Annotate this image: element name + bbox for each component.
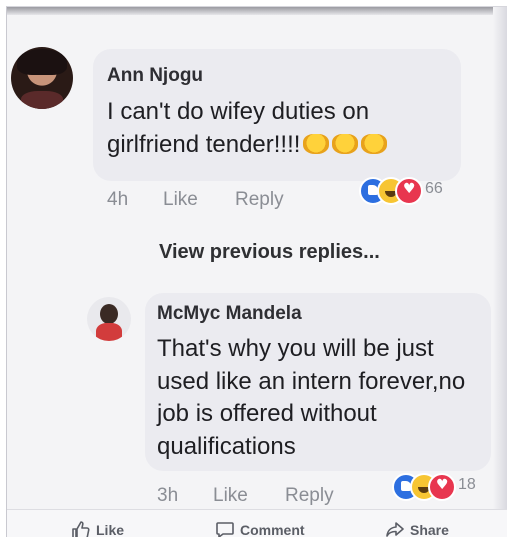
fist-emoji-icon [303, 134, 330, 154]
share-button[interactable]: Share [385, 520, 449, 537]
avatar-head [100, 304, 118, 324]
avatar-clothing [96, 323, 122, 341]
top-edge [7, 7, 507, 15]
view-previous-replies-link[interactable]: View previous replies... [159, 241, 380, 264]
comment-author[interactable]: Ann Njogu [107, 65, 203, 87]
right-edge-shadow [493, 7, 507, 537]
like-link[interactable]: Like [213, 485, 248, 507]
avatar[interactable] [87, 297, 131, 341]
comment-button[interactable]: Comment [215, 520, 305, 537]
post-action-bar: Like Comment Share [7, 509, 507, 537]
reaction-count: 66 [425, 180, 443, 197]
reply-link[interactable]: Reply [285, 485, 334, 507]
share-button-label: Share [410, 522, 449, 537]
like-link[interactable]: Like [163, 189, 198, 211]
reply-link[interactable]: Reply [235, 189, 284, 211]
comment-time: 3h [157, 485, 179, 506]
like-button[interactable]: Like [71, 520, 124, 537]
comment-text: That's why you will be just used like an… [157, 335, 466, 460]
avatar-clothing [21, 91, 63, 109]
fist-emoji-icon [332, 134, 359, 154]
reaction-count: 18 [458, 476, 476, 493]
avatar[interactable] [11, 47, 73, 109]
love-reaction-icon [428, 473, 456, 501]
avatar-hair [17, 49, 67, 75]
comment-text: I can't do wifey duties on girlfriend te… [107, 95, 457, 161]
post-comments-panel: Ann Njogu I can't do wifey duties on gir… [6, 6, 507, 537]
share-arrow-icon [386, 522, 404, 537]
fist-emoji-icon [361, 134, 388, 154]
thumbs-up-icon [72, 521, 90, 537]
comment-author[interactable]: McMyc Mandela [157, 303, 302, 325]
love-reaction-icon [395, 177, 423, 205]
comment-icon [216, 522, 234, 537]
like-button-label: Like [96, 522, 125, 537]
comment-button-label: Comment [240, 522, 305, 537]
comment-time: 4h [107, 189, 129, 210]
